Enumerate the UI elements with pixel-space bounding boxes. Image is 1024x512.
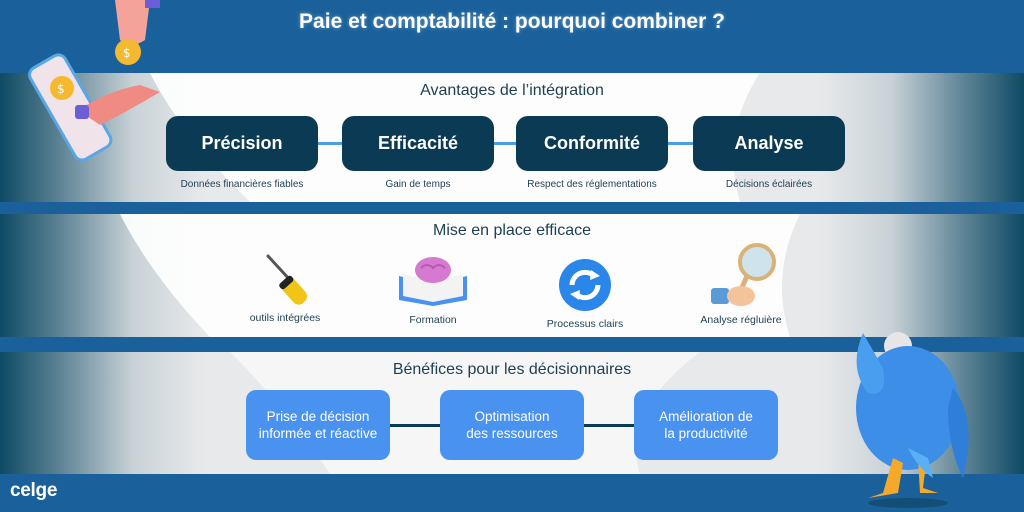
magnifier-hand-icon [711,243,776,306]
advantage-conformite: Conformité [516,116,668,171]
advantage-caption: Respect des réglementations [527,179,657,190]
setup-item: outils intégrées [230,250,340,324]
benefit-optimisation: Optimisation des ressources [440,390,584,460]
advantage-precision: Précision [166,116,318,171]
benefit-line: Amélioration de [659,409,753,424]
benefit-line: informée et réactive [258,426,378,441]
connector [584,424,634,427]
setup-title: Mise en place efficace [432,222,591,239]
connector [668,142,693,145]
brain-book-icon [399,257,467,306]
advantage-caption: Données financières fiables [180,179,304,190]
setup-item-label: Formation [409,314,457,326]
connector [390,424,440,427]
setup-item-label: outils intégrées [249,312,321,324]
refresh-cycle-icon [559,259,611,311]
benefit-line: des ressources [466,426,558,441]
benefit-line: Prise de décision [266,409,370,424]
bird-mascot-illustration [856,332,969,508]
brand-logo: celge [10,480,58,501]
benefit-line: la productivité [664,426,748,441]
advantage-caption: Décisions éclairées [725,179,813,190]
advantage-efficacite: Efficacité [342,116,494,171]
benefit-line: Optimisation [474,409,550,424]
setup-item: Analyse régluière [686,242,796,326]
setup-item: Formation [378,254,488,326]
advantage-caption: Gain de temps [385,179,451,190]
setup-item: Processus clairs [530,258,640,330]
benefit-productivite: Amélioration de la productivité [634,390,778,460]
svg-text:$: $ [57,82,65,96]
screwdriver-icon [266,254,308,305]
setup-item-label: Processus clairs [546,318,624,330]
benefit-decision: Prise de décision informée et réactive [246,390,390,460]
svg-text:$: $ [123,46,131,60]
connector [494,142,516,145]
connector [318,142,342,145]
payment-phone-illustration: $ $ [28,0,160,162]
setup-item-label: Analyse régluière [700,314,782,326]
advantage-analyse: Analyse [693,116,845,171]
